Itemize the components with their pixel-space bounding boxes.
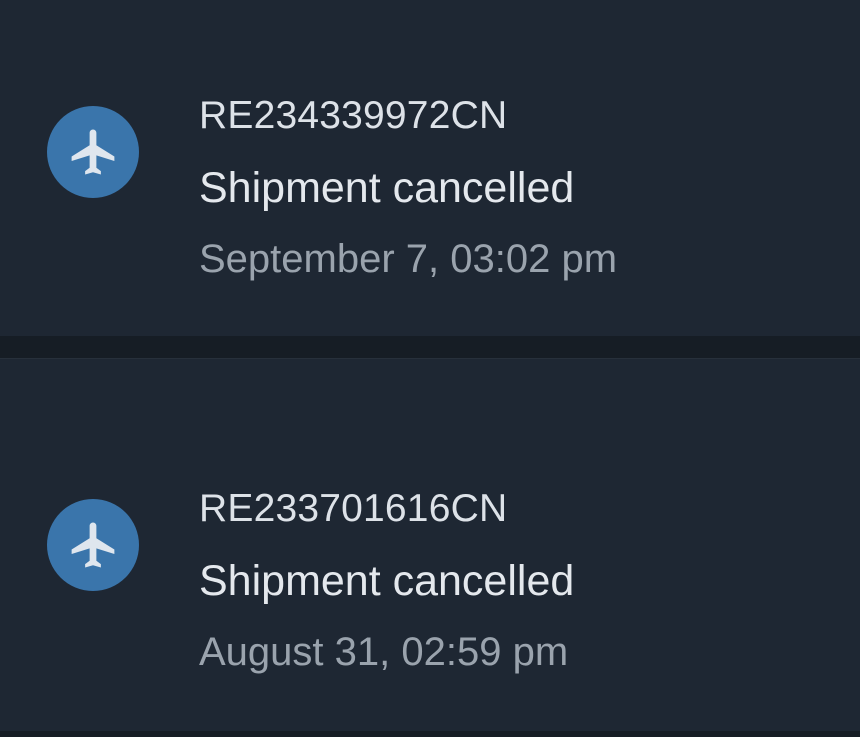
airplane-icon (71, 129, 115, 175)
tracking-number: RE233701616CN (199, 487, 508, 530)
shipment-list: RE234339972CN Shipment cancelled Septemb… (0, 0, 860, 737)
shipment-avatar (47, 499, 139, 591)
shipment-text: RE233701616CN Shipment cancelled August … (199, 485, 574, 677)
shipment-date: August 31, 02:59 pm (199, 630, 569, 674)
shipment-item[interactable]: RE233701616CN Shipment cancelled August … (0, 359, 860, 732)
shipment-status: Shipment cancelled (199, 557, 575, 605)
shipment-avatar (47, 106, 139, 198)
shipment-status: Shipment cancelled (199, 164, 575, 212)
list-divider (0, 336, 860, 359)
tracking-number: RE234339972CN (199, 94, 508, 137)
shipment-item[interactable]: RE234339972CN Shipment cancelled Septemb… (0, 0, 860, 337)
airplane-icon (71, 522, 115, 568)
shipment-text: RE234339972CN Shipment cancelled Septemb… (199, 92, 617, 284)
shipment-date: September 7, 03:02 pm (199, 237, 618, 281)
list-divider (0, 731, 860, 737)
